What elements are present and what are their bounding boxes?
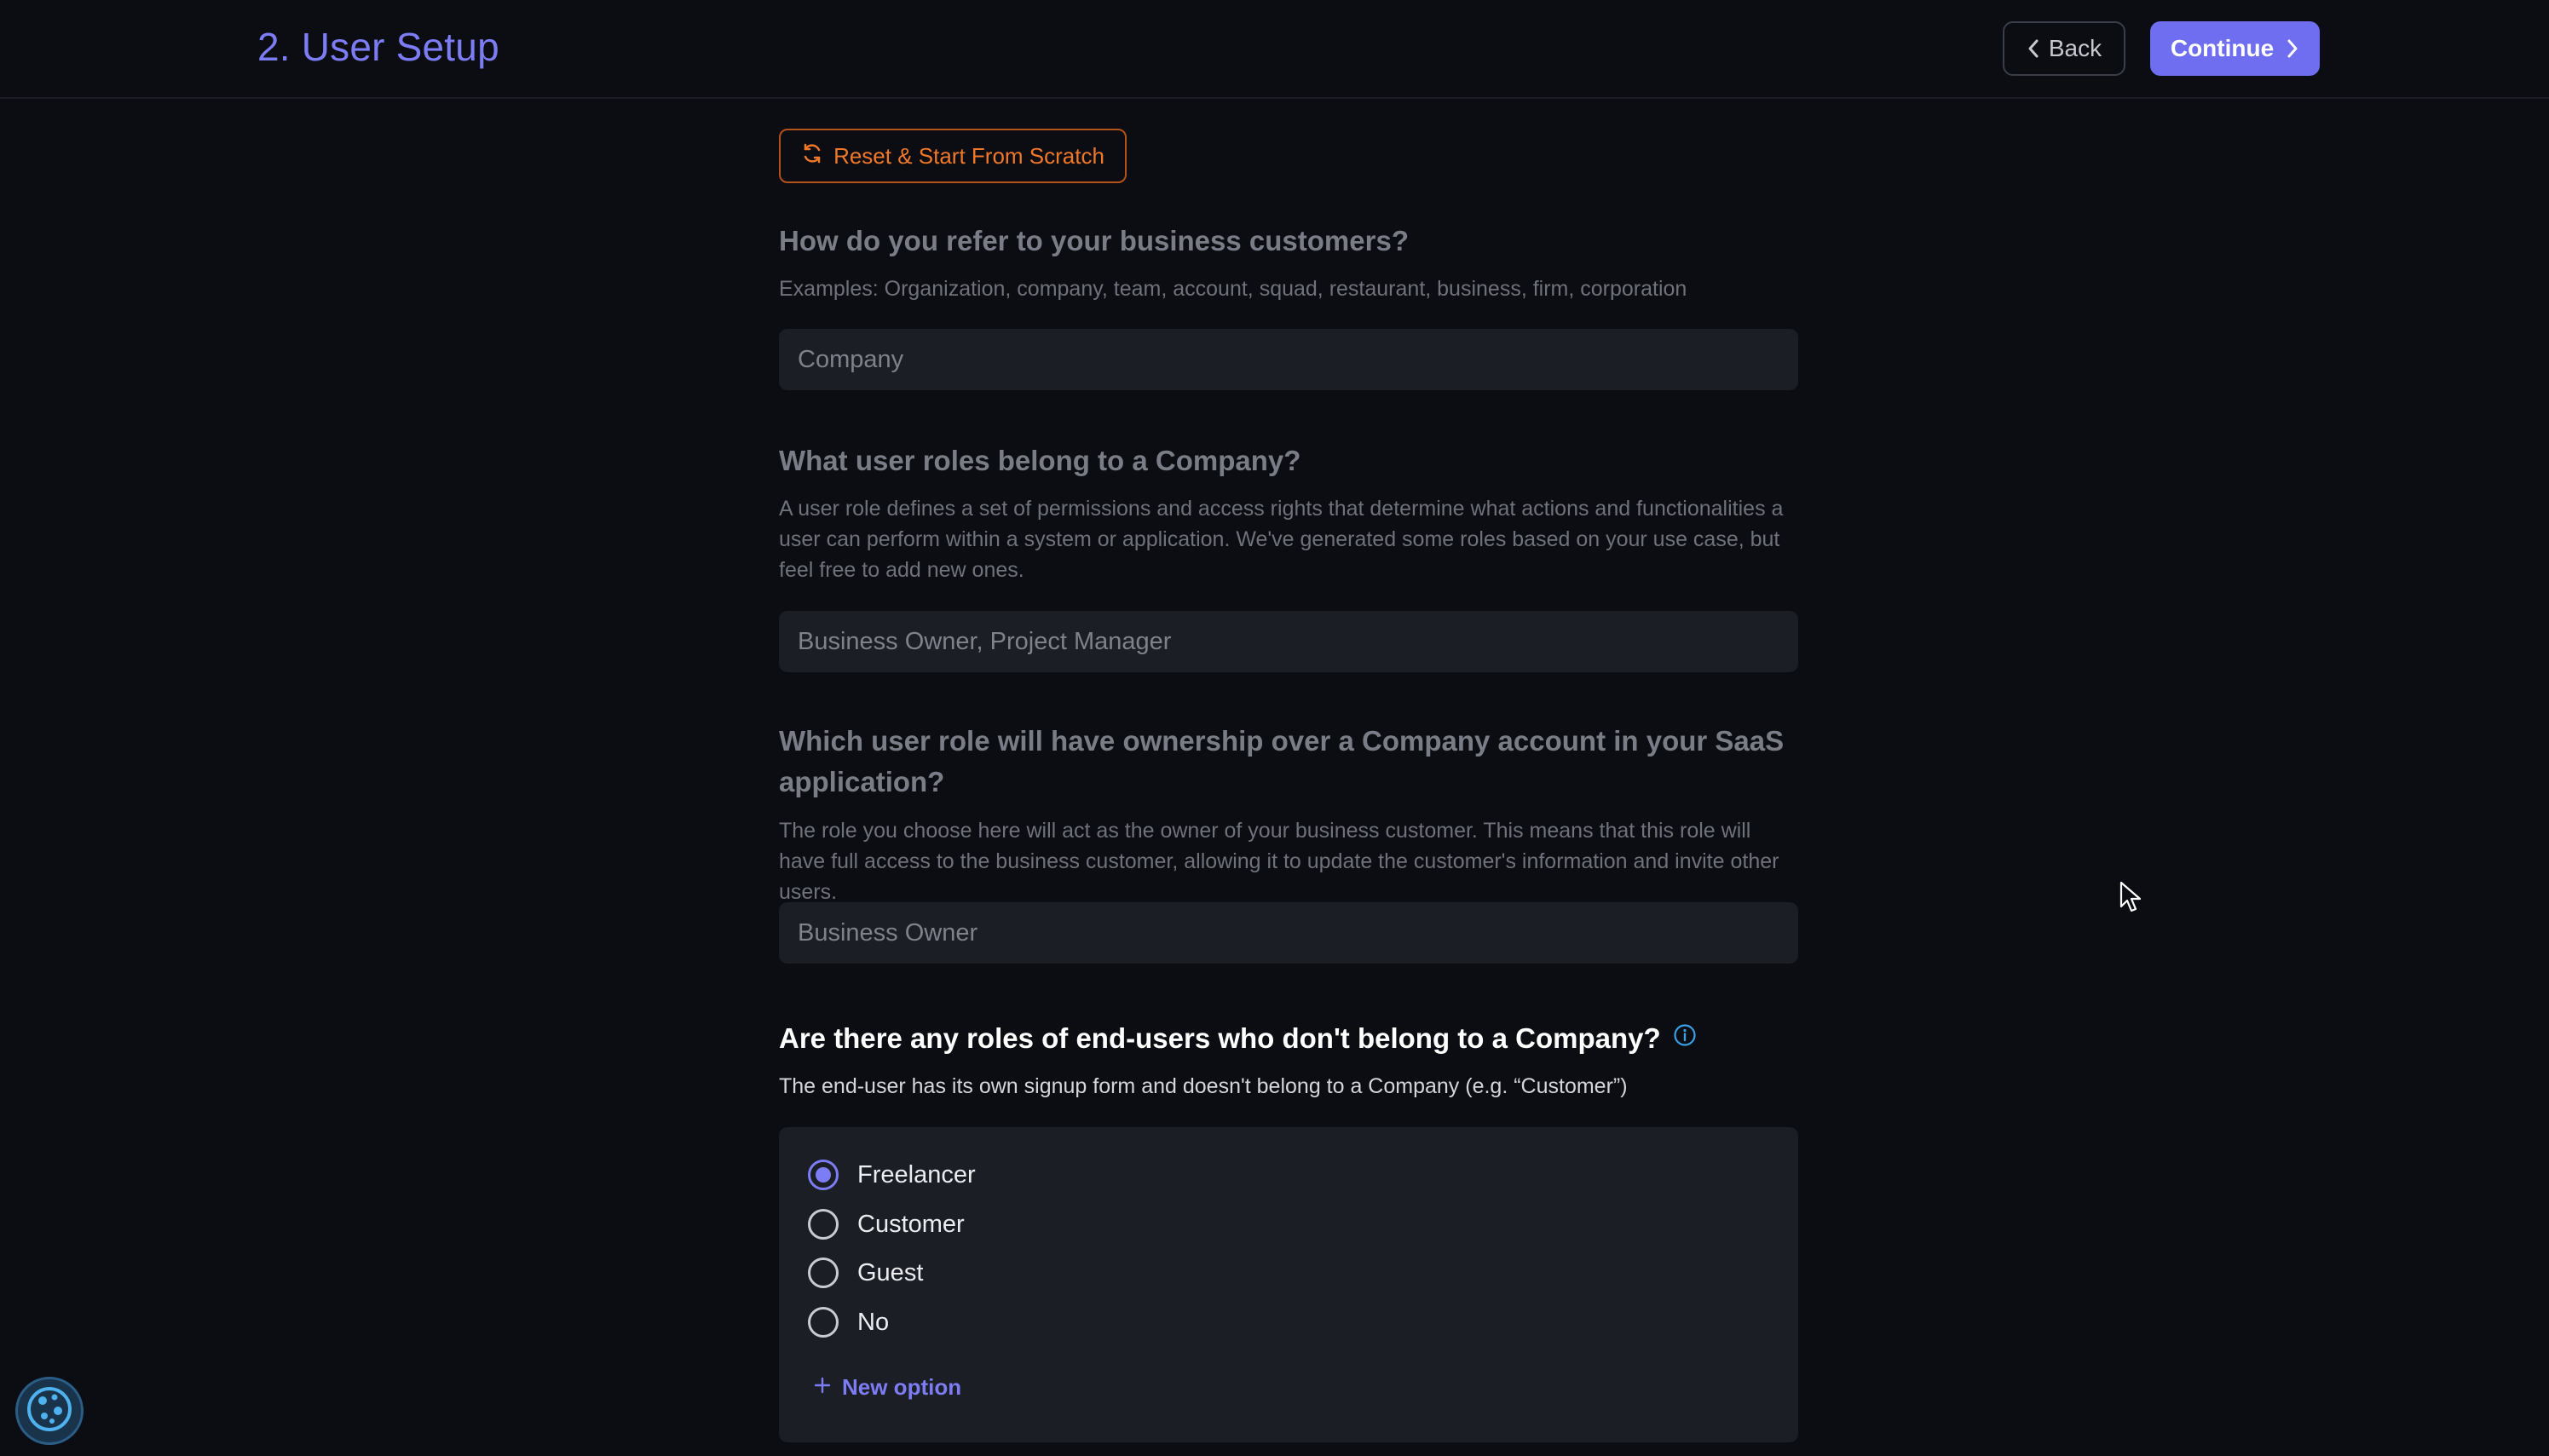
end-user-roles-options: Freelancer Customer Guest No New option [779, 1127, 1798, 1442]
back-button[interactable]: Back [2003, 21, 2125, 76]
question-title-text: Are there any roles of end-users who don… [779, 1022, 1661, 1054]
option-label: Customer [857, 1210, 965, 1238]
page: 2. User Setup Back Continue Reset & Star… [0, 0, 2549, 1456]
cookie-settings-button[interactable] [15, 1377, 84, 1445]
chevron-left-icon [2027, 38, 2040, 59]
question-description: The role you choose here will act as the… [779, 819, 1779, 904]
cookie-icon [24, 1384, 75, 1439]
continue-button[interactable]: Continue [2150, 21, 2320, 76]
question-title: What user roles belong to a Company? [779, 445, 1301, 476]
refresh-icon [801, 142, 823, 170]
option-freelancer[interactable]: Freelancer [808, 1158, 976, 1192]
back-button-label: Back [2048, 35, 2102, 61]
customer-term-input[interactable]: Company [779, 329, 1798, 390]
radio-button-selected[interactable] [808, 1160, 839, 1190]
info-icon[interactable] [1673, 1017, 1697, 1058]
question-description: A user role defines a set of permissions… [779, 497, 1784, 582]
chevron-right-icon [2286, 38, 2299, 59]
option-label: Freelancer [857, 1160, 976, 1188]
reset-button-label: Reset & Start From Scratch [833, 142, 1104, 169]
owner-role-input[interactable]: Business Owner [779, 902, 1798, 964]
new-option-button[interactable]: New option [813, 1374, 961, 1401]
page-title: 2. User Setup [257, 25, 499, 69]
radio-button[interactable] [808, 1257, 839, 1288]
continue-button-label: Continue [2170, 35, 2275, 61]
radio-button[interactable] [808, 1307, 839, 1338]
mouse-cursor-icon [2119, 881, 2144, 919]
option-label: No [857, 1308, 890, 1336]
user-roles-input[interactable]: Business Owner, Project Manager [779, 611, 1798, 672]
option-label: Guest [857, 1258, 924, 1286]
option-no[interactable]: No [808, 1305, 889, 1339]
question-title: Are there any roles of end-users who don… [779, 1018, 1798, 1061]
new-option-label: New option [842, 1374, 962, 1400]
radio-button[interactable] [808, 1209, 839, 1240]
option-guest[interactable]: Guest [808, 1256, 923, 1290]
plus-icon [813, 1374, 832, 1401]
question-title: How do you refer to your business custom… [779, 225, 1409, 256]
question-title: Which user role will have ownership over… [779, 725, 1785, 797]
question-description: Examples: Organization, company, team, a… [779, 277, 1687, 301]
reset-button[interactable]: Reset & Start From Scratch [779, 129, 1127, 183]
question-description: The end-user has its own signup form and… [779, 1074, 1628, 1098]
option-customer[interactable]: Customer [808, 1207, 965, 1241]
header: 2. User Setup Back Continue [0, 0, 2549, 99]
